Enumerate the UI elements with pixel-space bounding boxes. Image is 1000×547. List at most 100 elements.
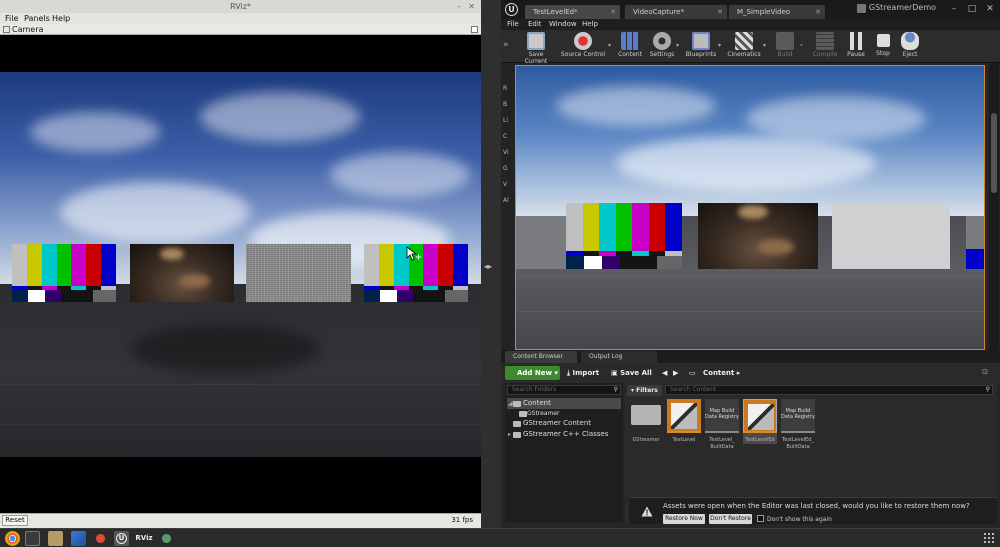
tab-label: Output Log [589, 353, 623, 360]
warning-icon [641, 506, 653, 517]
settings-button[interactable]: Settings [648, 31, 676, 62]
camera-viewport[interactable] [0, 35, 481, 513]
cinematics-button[interactable]: Cinematics [725, 31, 763, 62]
asset-search-input[interactable]: Search Content ⚲ [665, 385, 993, 395]
save-current-button[interactable]: Save Current [517, 31, 555, 65]
app-grid-icon[interactable] [984, 533, 994, 543]
side-tab[interactable]: G [503, 165, 508, 172]
side-tab[interactable]: B [503, 101, 507, 108]
viewport-scrollbar[interactable] [989, 63, 999, 350]
build-dropdown-icon[interactable]: ▾ [800, 42, 803, 49]
menu-edit[interactable]: Edit [528, 19, 542, 30]
side-tab[interactable]: R [503, 85, 507, 92]
tab-testlevel[interactable]: TestLevelEd* ✕ [525, 5, 620, 19]
side-tab[interactable]: Li [503, 117, 508, 124]
undock-icon[interactable] [471, 26, 478, 33]
compile-button[interactable]: Compile [809, 31, 841, 62]
tree-item-label: GStreamer Content [523, 419, 592, 427]
source-control-button[interactable]: Source Control [559, 31, 607, 62]
video-capture-screen [130, 244, 234, 302]
menu-window[interactable]: Window [549, 19, 577, 30]
minimize-icon[interactable]: – [948, 3, 960, 15]
expand-toolbar-icon[interactable]: » [503, 40, 509, 50]
save-current-label: Save Current [524, 51, 548, 65]
maximize-icon[interactable]: □ [966, 3, 978, 15]
tree-item-label: Content [523, 399, 551, 407]
compile-label: Compile [812, 51, 838, 58]
close-tab-icon[interactable]: ✕ [717, 5, 723, 19]
terminal-icon[interactable] [25, 531, 40, 546]
forward-arrow-icon[interactable]: ▶ [673, 366, 678, 380]
level-viewport[interactable] [515, 65, 985, 350]
asset-tile-testlevel-builtdata[interactable]: Map Build Data Registry TestLevel_ Built… [705, 399, 739, 451]
side-tab[interactable]: C [503, 133, 507, 140]
blueprints-button[interactable]: Blueprints [684, 31, 718, 62]
source-control-dropdown-icon[interactable]: ▾ [608, 42, 611, 49]
side-tab[interactable]: Vi [503, 149, 509, 156]
lock-icon[interactable]: ⊡ [982, 368, 988, 376]
tree-item-gstreamer-content[interactable]: GStreamer Content [507, 418, 621, 429]
resize-arrows-icon[interactable]: ◂▸ [484, 262, 492, 271]
content-button[interactable]: Content [615, 31, 645, 62]
asset-tile-testlevel[interactable]: TestLevel [667, 399, 701, 444]
tab-videocapture[interactable]: VideoCapture* ✕ [625, 5, 727, 19]
folder-icon [513, 421, 521, 427]
asset-tile-testleveled-builtdata[interactable]: Map Build Data Registry TestLevelEd_ Bui… [781, 399, 815, 451]
close-tab-icon[interactable]: ✕ [815, 5, 821, 19]
save-all-button[interactable]: ▣ Save All [611, 366, 652, 380]
expand-arrow-icon[interactable]: ▸ [508, 429, 511, 440]
folder-search-input[interactable]: Search Folders ⚲ [507, 385, 621, 395]
tab-output-log[interactable]: Output Log [581, 351, 657, 363]
chrome-icon[interactable] [5, 531, 20, 546]
tab-m-simplevideo[interactable]: M_SimpleVideo ✕ [729, 5, 825, 19]
app-icon[interactable] [159, 531, 174, 546]
restore-now-button[interactable]: Restore Now [663, 514, 705, 524]
cinematics-dropdown-icon[interactable]: ▾ [763, 42, 766, 49]
unreal-icon[interactable]: U [114, 531, 129, 546]
content-icon [621, 32, 639, 50]
close-tab-icon[interactable]: ✕ [610, 5, 616, 19]
tree-item-gstreamer-cpp-classes[interactable]: ▸ GStreamer C++ Classes [507, 429, 621, 440]
content-path[interactable]: Content ▸ [703, 366, 740, 380]
level-icon [671, 403, 697, 429]
rviz-icon[interactable]: RViz [135, 531, 153, 546]
pause-button[interactable]: Pause [844, 31, 868, 62]
dont-restore-button[interactable]: Don't Restore [709, 514, 752, 524]
vscode-icon[interactable] [71, 531, 86, 546]
reset-button[interactable]: Reset [2, 515, 28, 526]
menu-help[interactable]: Help [52, 13, 70, 24]
files-icon[interactable] [48, 531, 63, 546]
side-tab[interactable]: Al [503, 197, 509, 204]
save-all-label: Save All [620, 369, 652, 377]
stop-button[interactable]: Stop [871, 31, 895, 62]
asset-tile-gstreamer-folder[interactable]: GStreamer [629, 399, 663, 444]
build-button[interactable]: Build [771, 31, 799, 62]
blueprints-dropdown-icon[interactable]: ▾ [718, 42, 721, 49]
menu-panels[interactable]: Panels [24, 13, 50, 24]
project-icon [857, 4, 866, 13]
minimize-icon[interactable]: – [457, 0, 461, 13]
git-icon[interactable] [93, 531, 108, 546]
menu-file[interactable]: File [5, 13, 18, 24]
rviz-title-bar[interactable]: RViz* – ✕ [0, 0, 481, 13]
settings-dropdown-icon[interactable]: ▾ [676, 42, 679, 49]
compile-icon [816, 32, 834, 50]
close-icon[interactable]: ✕ [984, 3, 996, 15]
window-splitter[interactable]: ◂▸ [481, 0, 501, 528]
eject-button[interactable]: Eject [898, 31, 922, 62]
menu-help[interactable]: Help [582, 19, 598, 30]
close-icon[interactable]: ✕ [468, 0, 475, 13]
dont-show-again-checkbox[interactable]: Don't show this again [757, 515, 832, 523]
add-new-button[interactable]: Add New ▾ [505, 366, 560, 380]
video-capture-screen [698, 203, 818, 269]
menu-file[interactable]: File [507, 19, 519, 30]
build-icon [776, 32, 794, 50]
import-button[interactable]: ⤓ Import [567, 366, 599, 380]
tab-content-browser[interactable]: Content Browser [505, 351, 577, 363]
asset-tile-testleveled[interactable]: TestLevelEd [743, 399, 777, 444]
side-tab[interactable]: V [503, 181, 507, 188]
pause-label: Pause [847, 51, 865, 58]
ue-tab-bar: U TestLevelEd* ✕ VideoCapture* ✕ M_SimpleV… [501, 0, 1000, 19]
filters-button[interactable]: ▾ Filters [627, 385, 662, 396]
back-arrow-icon[interactable]: ◀ [662, 366, 667, 380]
